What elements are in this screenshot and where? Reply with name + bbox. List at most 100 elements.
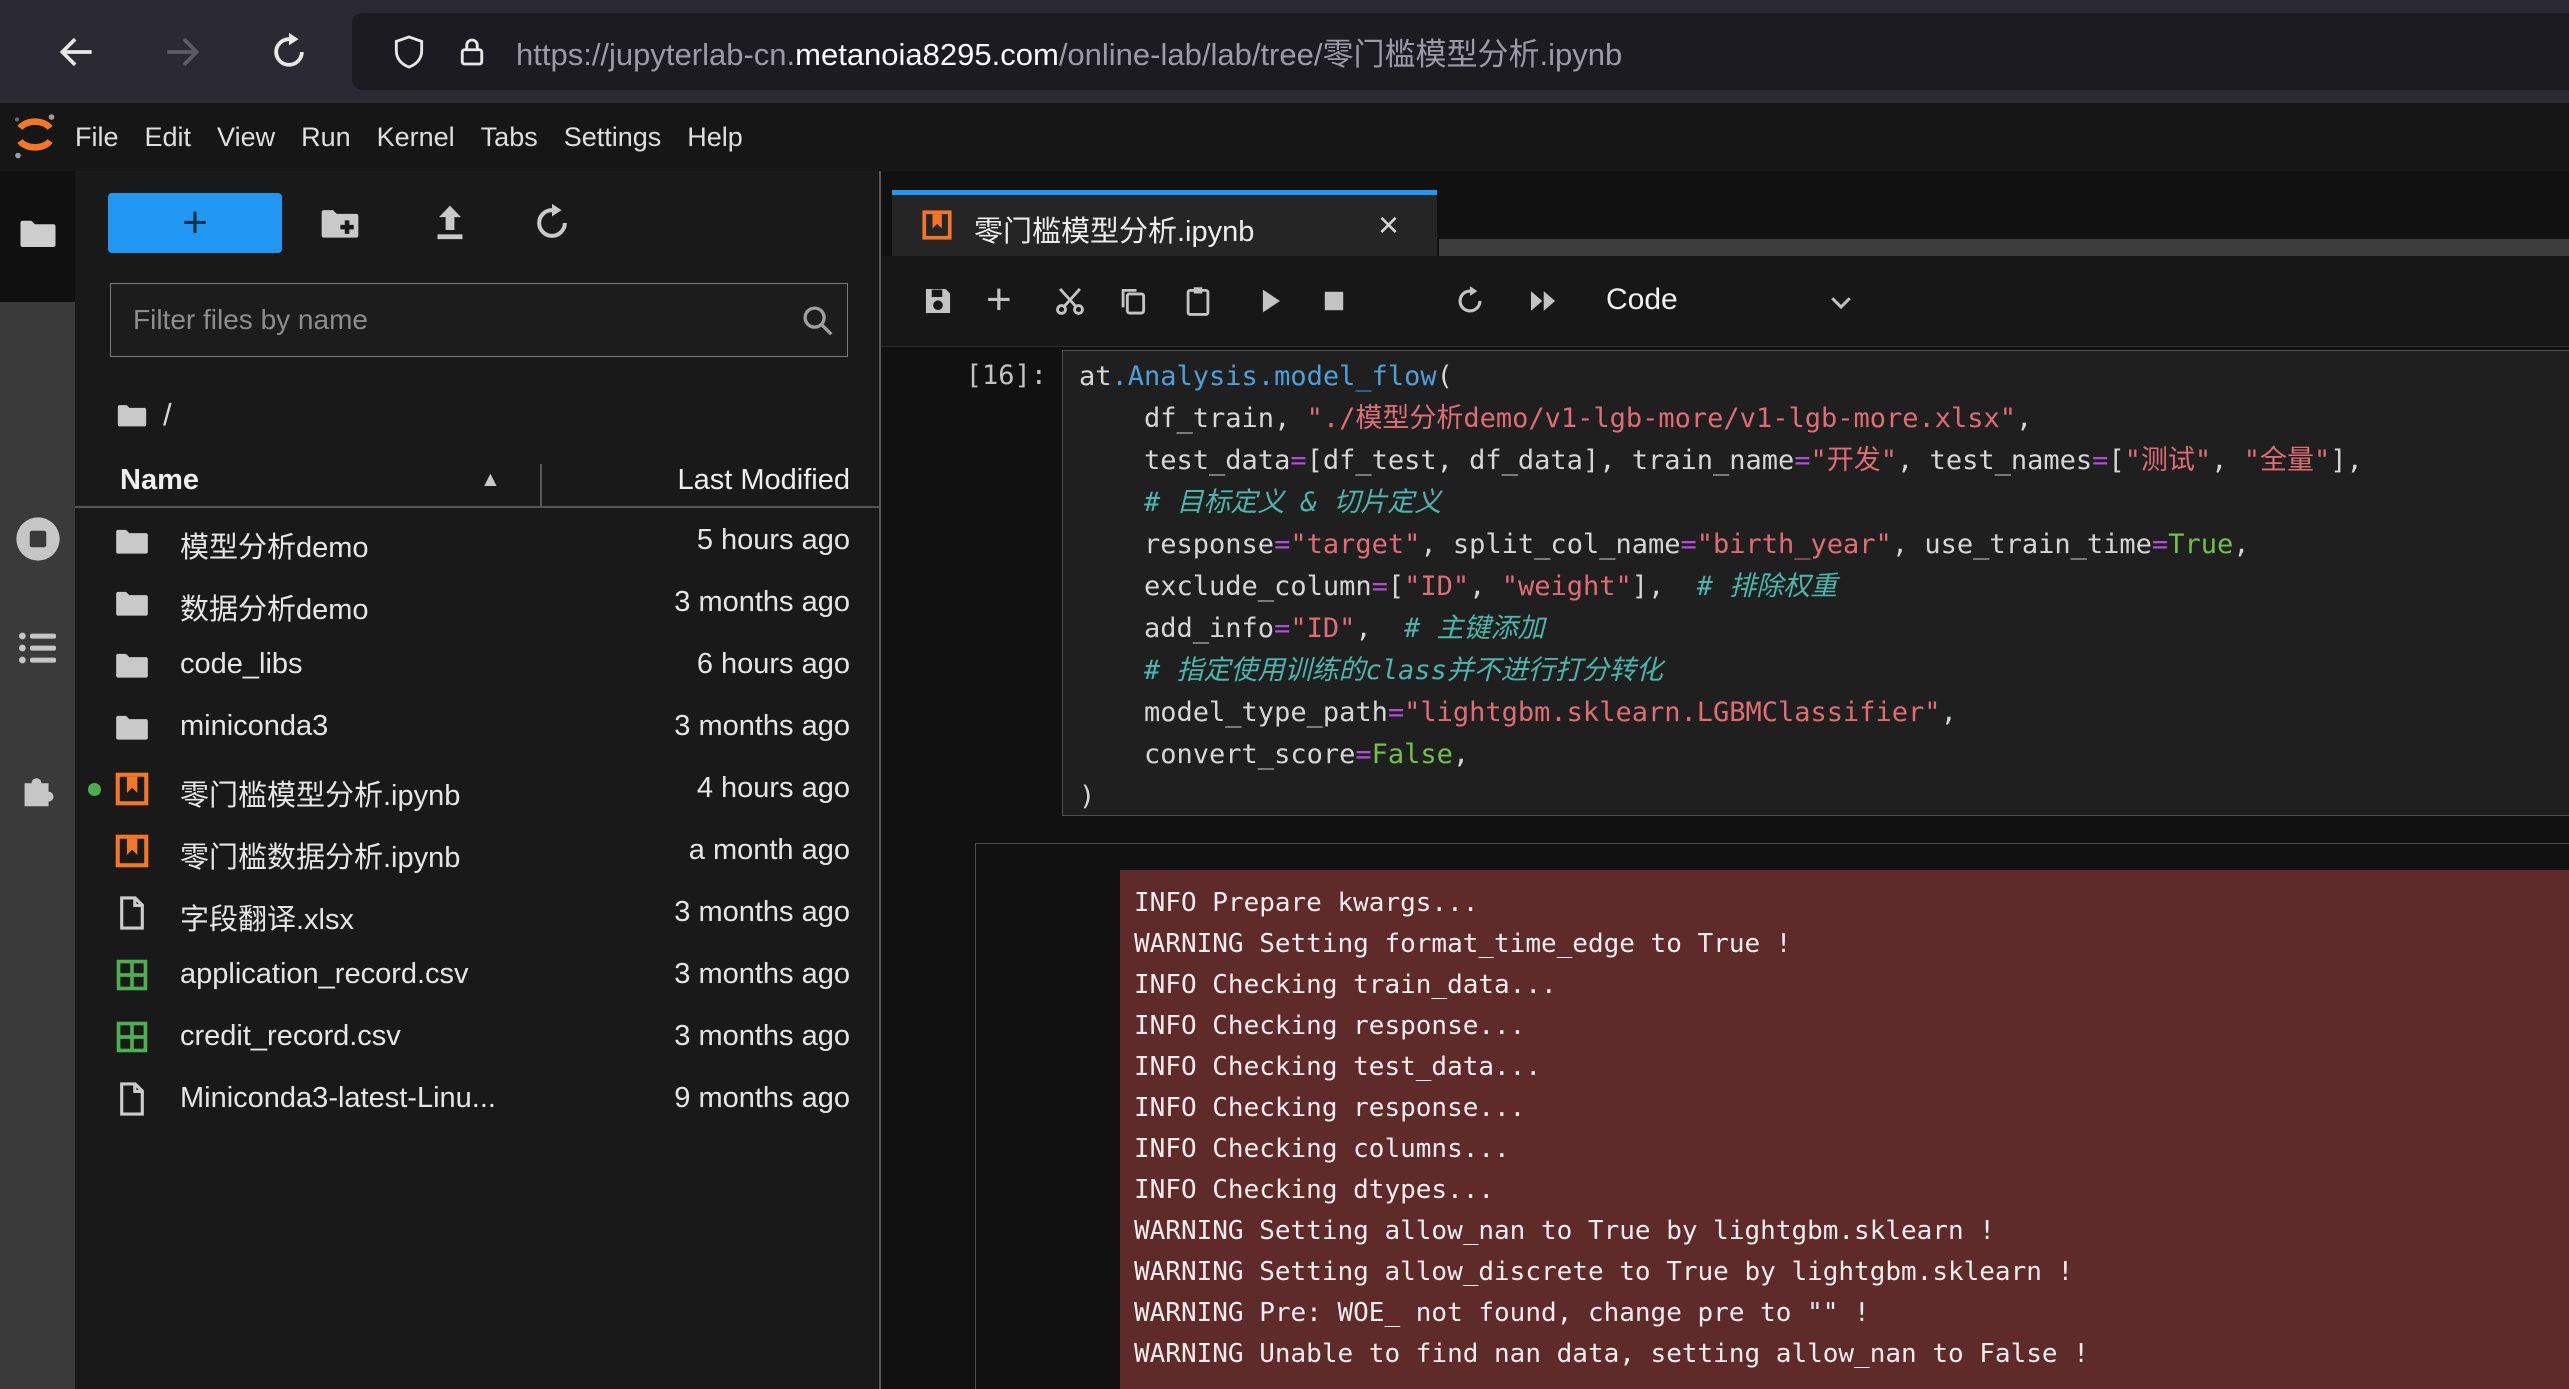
- file-row[interactable]: credit_record.csv3 months ago: [75, 1006, 879, 1068]
- paste-icon[interactable]: [1181, 284, 1215, 318]
- file-browser-toolbar: +: [75, 171, 879, 276]
- cut-icon[interactable]: [1053, 284, 1087, 318]
- chevron-down-icon[interactable]: [1826, 287, 1856, 317]
- browser-chrome: https://jupyterlab-cn.metanoia8295.com/o…: [0, 0, 2569, 103]
- file-name: 零门槛数据分析.ipynb: [180, 834, 460, 876]
- file-name: 零门槛模型分析.ipynb: [180, 772, 460, 814]
- file-browser-panel: + / Name ▲ Last Modified 模型分析demo 5 hours…: [75, 171, 879, 1389]
- column-last-modified[interactable]: Last Modified: [678, 464, 851, 497]
- file-row[interactable]: 模型分析demo 5 hours ago: [75, 510, 879, 572]
- file-name: 字段翻译.xlsx: [180, 896, 354, 938]
- cell-type-select[interactable]: Code: [1606, 283, 1678, 317]
- file-list: 模型分析demo 5 hours ago 数据分析demo 3 months ago c…: [75, 510, 879, 1130]
- running-dot: [88, 783, 101, 796]
- code-editor[interactable]: at.Analysis.model_flow( df_train, "./模型分…: [1062, 350, 2569, 816]
- code-line: exclude_column=["ID", "weight"], # 排除权重: [1079, 566, 2569, 608]
- menu-settings[interactable]: Settings: [564, 122, 662, 153]
- file-row[interactable]: 数据分析demo 3 months ago: [75, 572, 879, 634]
- add-cell-icon[interactable]: +: [986, 276, 1012, 324]
- file-row[interactable]: miniconda3 3 months ago: [75, 696, 879, 758]
- menu-tabs[interactable]: Tabs: [481, 122, 538, 153]
- csv-icon: [113, 1018, 151, 1056]
- log-line: WARNING Unable to find nan data, setting…: [1134, 1334, 2559, 1375]
- filter-files-input[interactable]: [110, 283, 848, 357]
- menu-kernel[interactable]: Kernel: [377, 122, 455, 153]
- file-modified: 4 hours ago: [697, 772, 850, 805]
- stop-icon[interactable]: [1317, 284, 1351, 318]
- code-line: model_type_path="lightgbm.sklearn.LGBMCl…: [1079, 692, 2569, 734]
- menu-help[interactable]: Help: [687, 122, 743, 153]
- file-row[interactable]: application_record.csv 3 months ago: [75, 944, 879, 1006]
- tabbar-filler: [1439, 239, 2569, 256]
- log-line: WARNING Setting allow_nan to True by lig…: [1134, 1211, 2559, 1252]
- file-icon: [113, 1080, 151, 1118]
- menu-file[interactable]: File: [75, 122, 119, 153]
- file-name: Miniconda3-latest-Linu...: [180, 1082, 496, 1115]
- breadcrumb-root[interactable]: /: [163, 397, 172, 433]
- back-icon[interactable]: [55, 30, 99, 74]
- log-line: WARNING Setting format_time_edge to True…: [1134, 924, 2559, 965]
- file-row[interactable]: code_libs6 hours ago: [75, 634, 879, 696]
- tab-title: 零门槛模型分析.ipynb: [974, 208, 1254, 250]
- notebook-icon: [920, 208, 954, 242]
- file-row[interactable]: 字段翻译.xlsx3 months ago: [75, 882, 879, 944]
- breadcrumb[interactable]: /: [115, 395, 172, 435]
- copy-icon[interactable]: [1116, 284, 1150, 318]
- jupyter-logo-icon: [13, 111, 57, 161]
- menu-view[interactable]: View: [217, 122, 275, 153]
- file-browser-icon[interactable]: [17, 212, 59, 254]
- jupyter-menubar: File Edit View Run Kernel Tabs Settings Help: [0, 103, 2569, 171]
- run-icon[interactable]: [1253, 284, 1287, 318]
- stderr-output[interactable]: INFO Prepare kwargs...WARNING Setting fo…: [1120, 870, 2569, 1389]
- restart-kernel-icon[interactable]: [1453, 284, 1487, 318]
- address-bar[interactable]: https://jupyterlab-cn.metanoia8295.com/o…: [352, 13, 2569, 90]
- cell-input-prompt: [16]:: [881, 360, 1047, 391]
- folder-icon: [113, 646, 151, 684]
- file-row[interactable]: Miniconda3-latest-Linu... 9 months ago: [75, 1068, 879, 1130]
- file-name: 数据分析demo: [180, 586, 369, 628]
- file-modified: 9 months ago: [674, 1082, 850, 1115]
- extension-manager-icon[interactable]: [15, 765, 61, 811]
- reload-icon[interactable]: [267, 30, 311, 74]
- url-text[interactable]: https://jupyterlab-cn.metanoia8295.com/o…: [516, 29, 1622, 74]
- lock-icon[interactable]: [454, 34, 490, 70]
- file-name: code_libs: [180, 648, 303, 681]
- file-name: application_record.csv: [180, 958, 469, 991]
- file-modified: a month ago: [689, 834, 850, 867]
- table-of-contents-icon[interactable]: [14, 624, 62, 672]
- file-modified: 3 months ago: [674, 710, 850, 743]
- column-name[interactable]: Name: [120, 464, 199, 497]
- file-name: 模型分析demo: [180, 524, 369, 566]
- save-icon[interactable]: [921, 284, 955, 318]
- upload-icon[interactable]: [428, 201, 472, 245]
- new-folder-icon[interactable]: [318, 201, 362, 245]
- forward-icon[interactable]: [160, 30, 204, 74]
- file-modified: 3 months ago: [674, 586, 850, 619]
- file-modified: 3 months ago: [674, 958, 850, 991]
- app-root: https://jupyterlab-cn.metanoia8295.com/o…: [0, 0, 2569, 1389]
- log-line: INFO Checking dtypes...: [1134, 1170, 2559, 1211]
- log-line: INFO Checking test_data...: [1134, 1047, 2559, 1088]
- log-line: WARNING Pre: WOE_ not found, change pre …: [1134, 1293, 2559, 1334]
- file-modified: 5 hours ago: [697, 524, 850, 557]
- sort-asc-icon[interactable]: ▲: [480, 468, 501, 492]
- file-icon: [113, 894, 151, 932]
- code-line: # 目标定义 & 切片定义: [1079, 482, 2569, 524]
- file-row[interactable]: 零门槛数据分析.ipynb a month ago: [75, 820, 879, 882]
- file-name: credit_record.csv: [180, 1020, 401, 1053]
- restart-run-all-icon[interactable]: [1526, 284, 1560, 318]
- running-kernels-icon[interactable]: [12, 513, 64, 565]
- close-icon[interactable]: ×: [1378, 203, 1399, 247]
- file-row[interactable]: 零门槛模型分析.ipynb 4 hours ago: [75, 758, 879, 820]
- dock-tabbar: 零门槛模型分析.ipynb ×: [881, 190, 2569, 256]
- menu-edit[interactable]: Edit: [145, 122, 192, 153]
- refresh-icon[interactable]: [530, 201, 574, 245]
- sidebar-strip: [0, 171, 75, 1389]
- file-name: miniconda3: [180, 710, 328, 743]
- code-line: at.Analysis.model_flow(: [1079, 356, 2569, 398]
- notebook-tab[interactable]: 零门槛模型分析.ipynb ×: [892, 190, 1437, 256]
- log-line: INFO Checking response...: [1134, 1088, 2559, 1129]
- new-launcher-button[interactable]: +: [108, 193, 282, 253]
- shield-icon[interactable]: [390, 33, 428, 71]
- menu-run[interactable]: Run: [301, 122, 351, 153]
